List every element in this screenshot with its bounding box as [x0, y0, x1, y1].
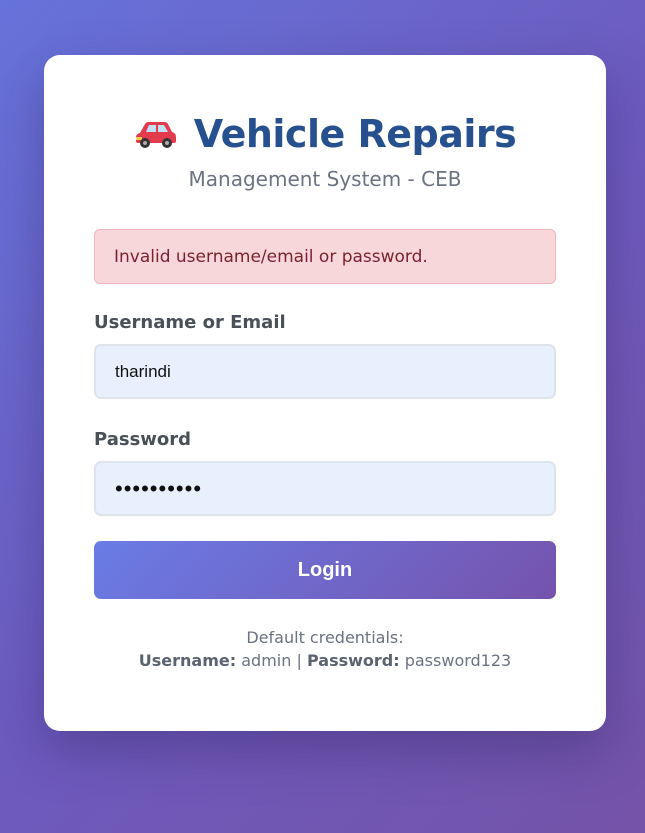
header: Vehicle Repairs: [94, 110, 556, 158]
default-username-value: admin: [241, 651, 292, 670]
page-title: Vehicle Repairs: [193, 112, 517, 156]
error-alert: Invalid username/email or password.: [94, 229, 556, 284]
default-credentials-heading: Default credentials:: [246, 628, 404, 647]
login-card: Vehicle Repairs Management System - CEB …: [44, 55, 606, 731]
username-label: Username or Email: [94, 312, 286, 333]
default-credentials: Default credentials: Username: admin | P…: [94, 626, 556, 672]
page-subtitle: Management System - CEB: [188, 167, 462, 191]
separator: |: [296, 651, 302, 670]
default-username-label: Username:: [138, 651, 237, 670]
login-button[interactable]: Login: [94, 541, 556, 599]
default-password-label: Password:: [306, 651, 400, 670]
default-credentials-line: Username: admin | Password: password123: [94, 649, 556, 672]
username-input[interactable]: [94, 344, 556, 399]
password-label: Password: [94, 429, 192, 450]
password-input[interactable]: [94, 461, 556, 516]
default-password-value: password123: [404, 651, 512, 670]
error-message: Invalid username/email or password.: [114, 246, 428, 267]
car-icon: [134, 119, 178, 149]
